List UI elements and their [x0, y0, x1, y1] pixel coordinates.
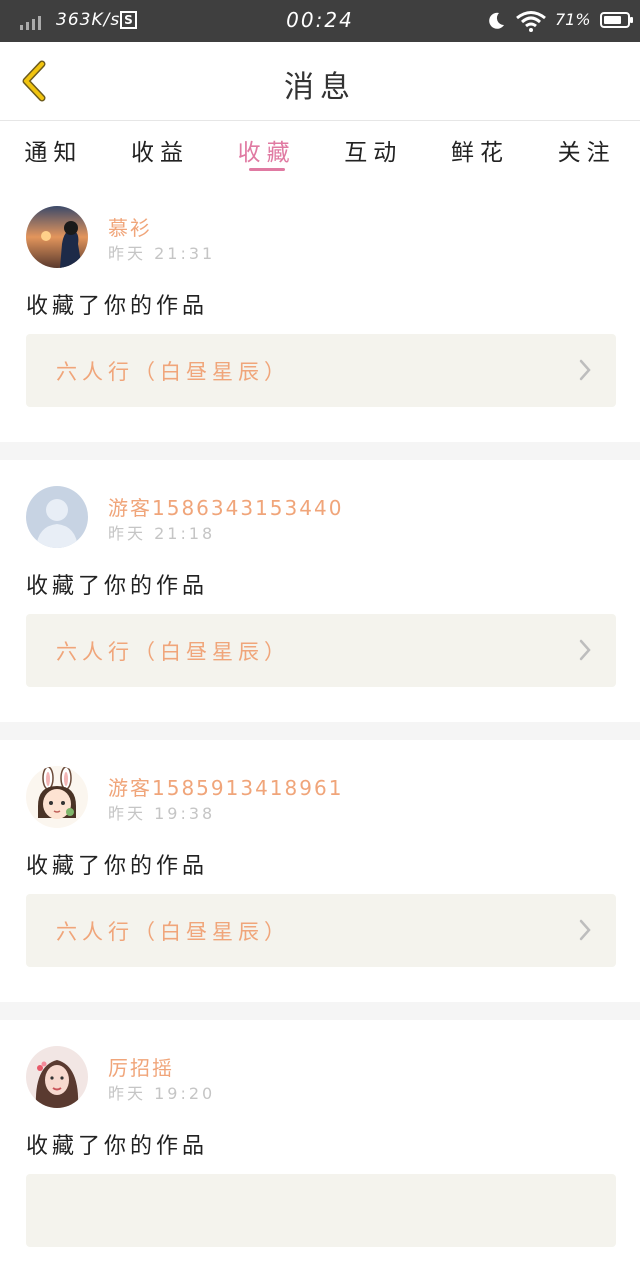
work-link[interactable]: 六人行（白昼星辰）: [26, 894, 616, 967]
tab-earnings[interactable]: 收益: [107, 121, 213, 179]
username[interactable]: 游客1586343153440: [108, 492, 343, 521]
tab-notifications[interactable]: 通知: [0, 121, 106, 179]
status-bar: 363K/s S 00:24 71%: [0, 0, 640, 42]
work-title: 六人行（白昼星辰）: [56, 920, 290, 944]
top-nav-bar: 消息: [0, 42, 640, 121]
list-item: 游客1586343153440 昨天 21:18 收藏了你的作品 六人行（白昼星…: [0, 460, 640, 722]
chevron-right-icon: [579, 919, 591, 941]
page-title: 消息: [284, 70, 356, 105]
default-user-avatar[interactable]: [26, 486, 88, 548]
message-feed: 慕衫 昨天 21:31 收藏了你的作品 六人行（白昼星辰） 游客15863431…: [0, 180, 640, 1282]
action-text: 收藏了你的作品: [26, 574, 209, 599]
list-item: 游客1585913418961 昨天 19:38 收藏了你的作品 六人行（白昼星…: [0, 740, 640, 1002]
wifi-icon: [516, 11, 546, 32]
tab-following[interactable]: 关注: [534, 121, 640, 179]
work-title: 六人行（白昼星辰）: [56, 360, 290, 384]
username[interactable]: 慕衫: [108, 212, 152, 241]
sunset-girl-avatar[interactable]: [26, 206, 88, 268]
bunny-girl-avatar[interactable]: [26, 766, 88, 828]
battery-icon: [600, 12, 633, 28]
chevron-right-icon: [579, 639, 591, 661]
divider: [0, 1002, 640, 1020]
tab-bar: 通知 收益 收藏 互动 鲜花 关注: [0, 121, 640, 179]
timestamp: 昨天 21:31: [108, 244, 216, 263]
battery-percent: 71%: [555, 10, 591, 29]
username[interactable]: 厉招摇: [108, 1052, 174, 1081]
work-link[interactable]: 六人行（白昼星辰）: [26, 614, 616, 687]
tab-flowers[interactable]: 鲜花: [427, 121, 533, 179]
work-link[interactable]: 六人行（白昼星辰）: [26, 334, 616, 407]
work-link[interactable]: [26, 1174, 616, 1247]
divider: [0, 442, 640, 460]
timestamp: 昨天 19:20: [108, 1084, 216, 1103]
list-item: 厉招摇 昨天 19:20 收藏了你的作品: [0, 1020, 640, 1282]
action-text: 收藏了你的作品: [26, 1134, 209, 1159]
timestamp: 昨天 19:38: [108, 804, 216, 823]
portrait-girl-avatar[interactable]: [26, 1046, 88, 1108]
action-text: 收藏了你的作品: [26, 294, 209, 319]
timestamp: 昨天 21:18: [108, 524, 216, 543]
tab-favorites[interactable]: 收藏: [214, 121, 320, 179]
moon-icon: [489, 12, 504, 29]
work-title: 六人行（白昼星辰）: [56, 640, 290, 664]
divider: [0, 722, 640, 740]
chevron-right-icon: [579, 359, 591, 381]
action-text: 收藏了你的作品: [26, 854, 209, 879]
username[interactable]: 游客1585913418961: [108, 772, 343, 801]
tab-interactions[interactable]: 互动: [320, 121, 426, 179]
list-item: 慕衫 昨天 21:31 收藏了你的作品 六人行（白昼星辰）: [0, 180, 640, 442]
